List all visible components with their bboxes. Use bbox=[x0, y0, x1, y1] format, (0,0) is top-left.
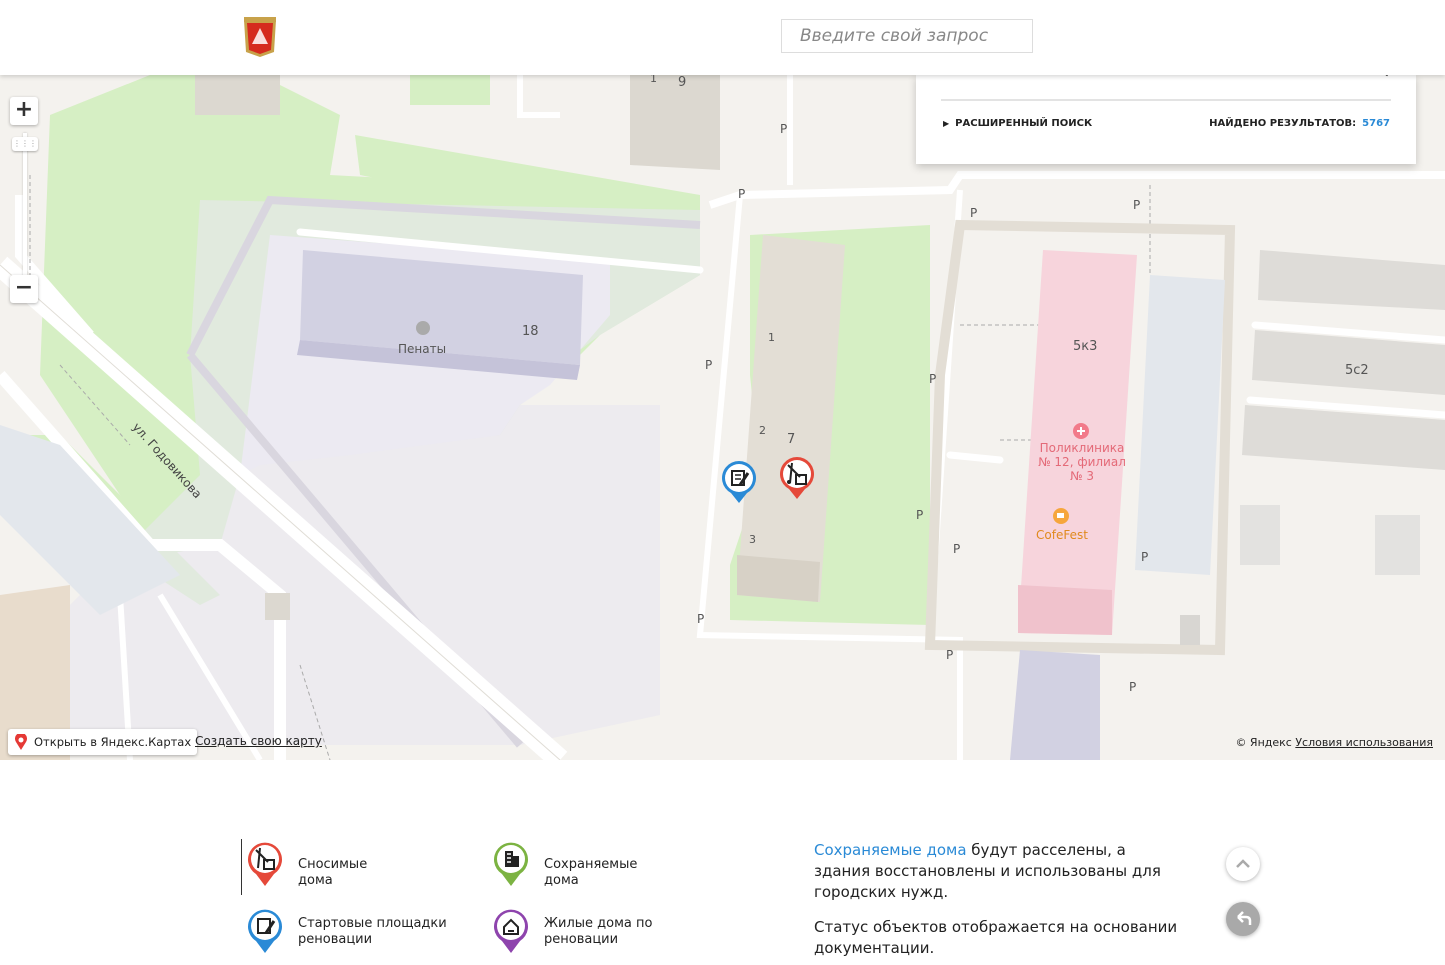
map-view[interactable]: Пенаты 18 9 1 7 1 2 3 5к3 5с2 ул. Годови… bbox=[0, 75, 1445, 760]
map-canvas bbox=[0, 75, 1445, 760]
building-number: 9 bbox=[678, 75, 687, 90]
found-label: НАЙДЕНО РЕЗУЛЬТАТОВ: bbox=[1209, 118, 1357, 129]
map-copyright: © Яндекс Условия использования bbox=[1235, 736, 1433, 749]
legend-divider bbox=[241, 839, 242, 895]
preserved-houses-link[interactable]: Сохраняемые дома bbox=[814, 841, 967, 859]
advanced-search-toggle[interactable]: ▶ РАСШИРЕННЫЙ ПОИСК bbox=[943, 118, 1092, 129]
legend-label: Стартовые площадки реновации bbox=[298, 916, 447, 947]
residential-marker-icon bbox=[494, 909, 528, 953]
building-number: 5с2 bbox=[1345, 363, 1369, 378]
poi-label-cafe[interactable]: CofeFest bbox=[1036, 528, 1088, 542]
building-marker-icon bbox=[494, 842, 528, 886]
parking-icon: P bbox=[1141, 550, 1149, 564]
entrance-number: 3 bbox=[749, 533, 756, 546]
copyright-text: © Яндекс bbox=[1235, 736, 1292, 749]
zoom-out-button[interactable]: − bbox=[10, 275, 38, 303]
results-count: НАЙДЕНО РЕЗУЛЬТАТОВ: 5767 bbox=[1209, 118, 1390, 129]
parking-icon: P bbox=[1129, 680, 1137, 694]
scroll-up-button[interactable] bbox=[1226, 847, 1260, 881]
chevron-up-icon bbox=[1236, 859, 1250, 868]
legend-item-preserved: Сохраняемые дома bbox=[492, 840, 637, 892]
poi-label-penaty[interactable]: Пенаты bbox=[398, 342, 446, 356]
legend-label: Сносимые дома bbox=[298, 857, 368, 888]
legend-item-residential: Жилые дома по реновации bbox=[492, 907, 652, 959]
zoom-slider-rail[interactable] bbox=[23, 133, 27, 283]
parking-icon: P bbox=[1133, 198, 1141, 212]
search-input[interactable]: Введите свой запрос bbox=[781, 19, 1033, 53]
entrance-number: 1 bbox=[650, 75, 657, 85]
moscow-logo[interactable] bbox=[240, 14, 280, 58]
legend-label: Жилые дома по реновации bbox=[544, 916, 653, 947]
parking-icon: P bbox=[738, 187, 746, 201]
status-description: Статус объектов отображается на основани… bbox=[814, 918, 1178, 957]
page-header: Введите свой запрос bbox=[0, 0, 1445, 75]
zoom-slider-handle[interactable]: ⋮⋮⋮ bbox=[12, 137, 38, 151]
zoom-in-button[interactable]: + bbox=[10, 97, 38, 125]
create-map-link[interactable]: Создать свою карту bbox=[195, 734, 322, 748]
demolish-marker-icon bbox=[248, 842, 282, 886]
parking-icon: P bbox=[697, 612, 705, 626]
search-panel: ▶ РАСШИРЕННЫЙ ПОИСК НАЙДЕНО РЕЗУЛЬТАТОВ: 5… bbox=[916, 63, 1416, 164]
open-yandex-maps-button[interactable]: Открыть в Яндекс.Картах bbox=[8, 729, 198, 755]
legend-label: Сохраняемые дома bbox=[544, 857, 638, 888]
entrance-number: 1 bbox=[768, 331, 775, 344]
panel-divider bbox=[941, 99, 1391, 101]
building-number: 5к3 bbox=[1073, 339, 1098, 354]
back-button[interactable] bbox=[1226, 902, 1260, 936]
parking-icon: P bbox=[780, 122, 788, 136]
open-yandex-label: Открыть в Яндекс.Картах bbox=[34, 735, 192, 749]
starting-site-icon bbox=[248, 909, 282, 953]
legend-item-demolished: Сносимые дома bbox=[246, 840, 367, 892]
parking-icon: P bbox=[970, 206, 978, 220]
parking-icon: P bbox=[946, 648, 954, 662]
poi-label-clinic[interactable]: Поликлиника № 12, филиал № 3 bbox=[1037, 441, 1127, 483]
entrance-number: 2 bbox=[759, 424, 766, 437]
terms-link[interactable]: Условия использования bbox=[1295, 736, 1433, 749]
parking-icon: P bbox=[953, 542, 961, 556]
preserved-description: Сохраняемые дома будут расселены, а здан… bbox=[814, 840, 1184, 903]
parking-icon: P bbox=[705, 358, 713, 372]
found-count: 5767 bbox=[1362, 118, 1390, 129]
building-number: 7 bbox=[787, 432, 796, 447]
undo-arrow-icon bbox=[1237, 911, 1252, 925]
legend-item-starting: Стартовые площадки реновации bbox=[246, 907, 447, 959]
map-pin-icon bbox=[15, 734, 27, 750]
map-legend: Сносимые дома Сохраняемые дома Стартовые… bbox=[0, 760, 1445, 965]
advanced-search-label: РАСШИРЕННЫЙ ПОИСК bbox=[955, 118, 1093, 129]
parking-icon: P bbox=[929, 372, 937, 386]
parking-icon: P bbox=[916, 508, 924, 522]
triangle-right-icon: ▶ bbox=[943, 119, 950, 128]
building-number: 18 bbox=[522, 324, 539, 339]
